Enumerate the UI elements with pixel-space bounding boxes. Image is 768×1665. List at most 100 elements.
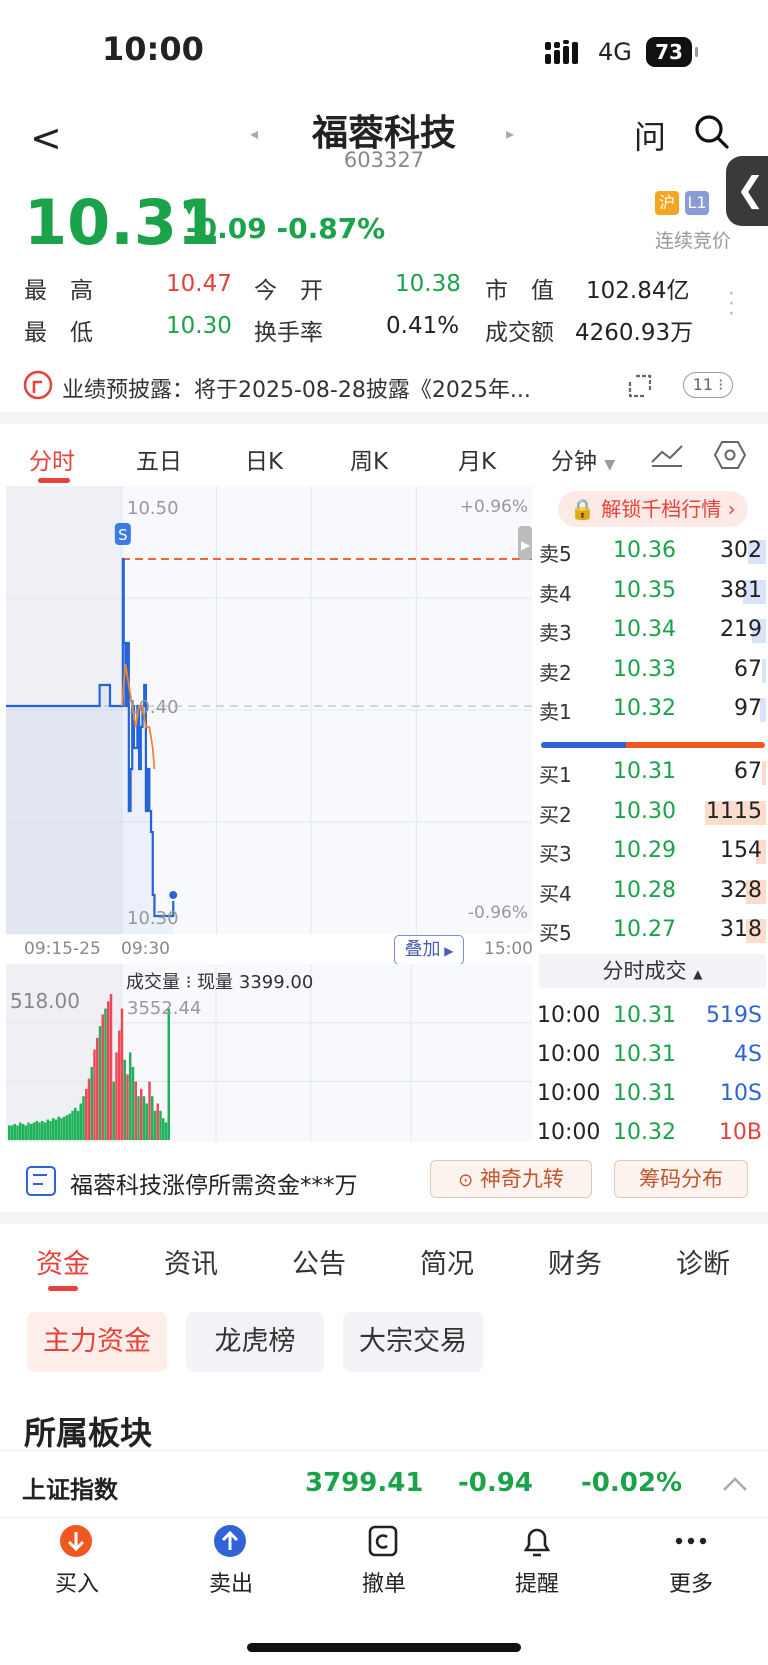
more-icon[interactable]: [674, 1524, 708, 1558]
y-tick-mid: 10.40: [127, 697, 179, 718]
x-tick-start: 09:15-25: [24, 939, 101, 959]
next-stock-icon[interactable]: ▸: [506, 124, 514, 143]
volume-bar: [85, 1088, 88, 1140]
divider: [0, 412, 768, 424]
volume-bar: [10, 1125, 14, 1140]
volume-bar: [164, 1122, 168, 1140]
chip-distribution-button[interactable]: 筹码分布: [614, 1160, 748, 1198]
tab-5day[interactable]: 五日: [136, 442, 182, 476]
volume-bar: [43, 1122, 47, 1140]
ask-button[interactable]: 问: [634, 112, 666, 158]
volume-bar: [131, 1067, 135, 1140]
sell-button[interactable]: 卖出: [181, 1566, 281, 1598]
chevron-up-icon[interactable]: [722, 1476, 748, 1492]
tab-capital[interactable]: 资金: [36, 1242, 90, 1281]
sell-icon[interactable]: [213, 1524, 247, 1558]
main-capital-pill[interactable]: 主力资金: [27, 1312, 167, 1372]
limit-up-capital-link[interactable]: 福蓉科技涨停所需资金***万: [70, 1166, 358, 1200]
volume-bar: [65, 1115, 69, 1140]
stat-value: 10.47: [166, 271, 232, 297]
notice-text[interactable]: 业绩预披露：将于2025-08-28披露《2025年...: [62, 372, 531, 404]
y-tick-right-high: +0.96%: [460, 497, 528, 517]
volume-bar: [112, 1081, 115, 1140]
tick-price: 10.31: [613, 1042, 676, 1067]
volume-bar: [126, 1074, 129, 1140]
buy-icon[interactable]: [59, 1524, 93, 1558]
volume-bar: [38, 1122, 41, 1140]
ask-price: 10.32: [613, 696, 676, 721]
tick-time: 10:00: [537, 1042, 601, 1067]
volume-bar: [60, 1118, 63, 1140]
level-tag[interactable]: L1: [685, 191, 709, 215]
stat-label: 今 开: [254, 278, 323, 304]
x-tick-open: 09:30: [121, 939, 170, 959]
y-tick-high: 10.50: [127, 498, 179, 519]
volume-header: 成交量 ⁝ 现量 3399.00: [126, 972, 314, 993]
tab-minute[interactable]: 分钟 ▼: [551, 442, 615, 476]
intraday-chart[interactable]: S 10.50 10.40 10.30 +0.96% -0.96% ▶: [6, 486, 532, 934]
side-drawer-handle[interactable]: ❮: [726, 156, 768, 226]
magic-nine-button[interactable]: ⊙ 神奇九转: [430, 1160, 592, 1198]
ask-volume: 302: [720, 538, 762, 563]
tab-daily-k[interactable]: 日K: [245, 442, 283, 476]
share-icon[interactable]: [626, 372, 654, 400]
tab-profile[interactable]: 简况: [420, 1242, 474, 1281]
block-trade-pill[interactable]: 大宗交易: [343, 1312, 483, 1372]
volume-bar: [41, 1121, 44, 1140]
network-type: 4G: [598, 38, 632, 66]
tab-announcements[interactable]: 公告: [292, 1242, 346, 1281]
volume-bar: [162, 1118, 165, 1140]
tick-volume: 519S: [706, 1003, 762, 1028]
dragon-tiger-pill[interactable]: 龙虎榜: [186, 1312, 324, 1372]
last-price-dot: [167, 889, 180, 901]
ask-price: 10.34: [613, 617, 676, 642]
volume-bar: [145, 1103, 148, 1140]
volume-bar: [13, 1123, 16, 1140]
ask-volume-bar: [761, 658, 766, 683]
stat-label: 市 值: [485, 278, 554, 304]
status-bar: 10:00 4G 73: [0, 0, 768, 100]
battery-icon: 73: [646, 37, 698, 67]
tab-monthly-k[interactable]: 月K: [458, 442, 496, 476]
stat-label: 成交额: [485, 320, 554, 346]
tick-volume: 4S: [734, 1042, 762, 1067]
index-change: -0.94: [458, 1468, 533, 1498]
volume-bar: [151, 1096, 154, 1140]
tab-weekly-k[interactable]: 周K: [350, 442, 388, 476]
tab-intraday[interactable]: 分时: [29, 442, 75, 476]
buy-sell-balance-bar: [541, 742, 765, 748]
volume-bar: [101, 1014, 104, 1140]
search-icon[interactable]: [694, 114, 730, 150]
cancel-order-icon[interactable]: [367, 1524, 401, 1558]
index-name[interactable]: 上证指数: [22, 1470, 118, 1505]
buy-button[interactable]: 买入: [27, 1566, 127, 1598]
unlock-depth-button[interactable]: 🔒 解锁千档行情 ›: [558, 491, 748, 527]
signal-icon: [545, 40, 578, 64]
volume-bar: [142, 1096, 146, 1140]
cancel-order-button[interactable]: 撤单: [334, 1566, 434, 1598]
tick-trades-header[interactable]: 分时成交 ▲: [539, 954, 766, 988]
x-tick-close: 15:00: [484, 939, 533, 959]
more-stats-icon[interactable]: · · ·: [728, 284, 735, 326]
alert-button[interactable]: 提醒: [487, 1566, 587, 1598]
tick-price: 10.31: [613, 1003, 676, 1028]
notice-count-badge[interactable]: 11 ⁝: [683, 372, 733, 398]
tick-time: 10:00: [537, 1003, 601, 1028]
settings-icon[interactable]: [714, 440, 746, 470]
volume-bar: [27, 1122, 30, 1140]
tab-finance[interactable]: 财务: [548, 1242, 602, 1281]
bid-level-label: 买4: [539, 881, 572, 906]
volume-bar: [115, 1052, 118, 1140]
volume-bar: [156, 1103, 159, 1140]
volume-bar: [96, 1037, 99, 1140]
bell-icon[interactable]: [520, 1524, 554, 1558]
indicator-icon[interactable]: [650, 442, 684, 468]
tab-diagnosis[interactable]: 诊断: [676, 1242, 730, 1281]
overlay-button[interactable]: 叠加 ▶: [394, 935, 464, 965]
more-button[interactable]: 更多: [641, 1566, 741, 1598]
volume-bar: [109, 994, 113, 1140]
status-time: 10:00: [102, 30, 204, 68]
volume-bar: [82, 1096, 85, 1140]
tab-news[interactable]: 资讯: [164, 1242, 218, 1281]
ask-volume: 67: [734, 656, 762, 682]
